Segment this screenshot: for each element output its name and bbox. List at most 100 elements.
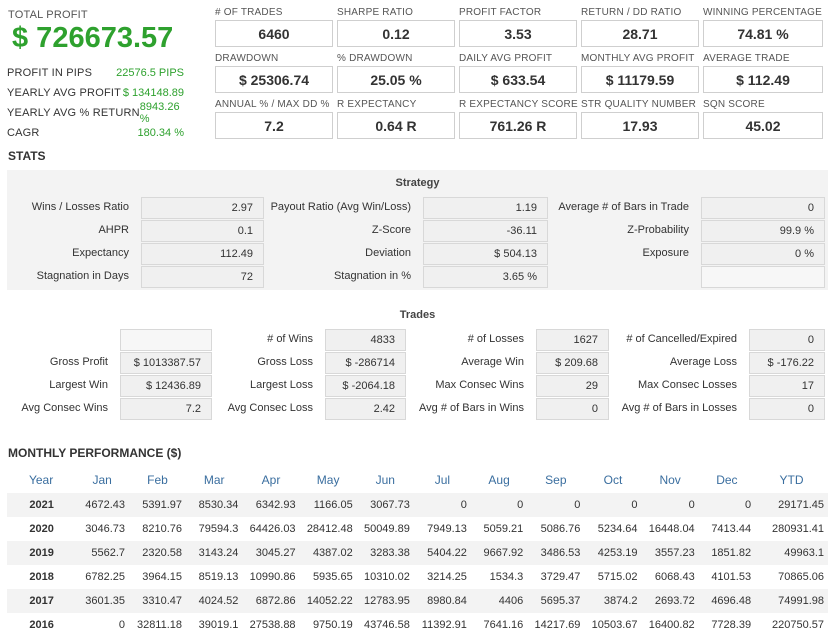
month-cell: 27538.88 bbox=[242, 613, 300, 637]
metric-value: 25.05 % bbox=[337, 66, 455, 93]
trade-value: $ 209.68 bbox=[536, 352, 609, 374]
trade-value: 29 bbox=[536, 375, 609, 397]
stat-value: 0 % bbox=[701, 243, 825, 265]
summary-value: 8943.26 % bbox=[139, 101, 180, 125]
monthly-header-row: Year Jan Feb Mar Apr May Jun Jul Aug Sep… bbox=[7, 467, 828, 493]
trade-value: $ 1013387.57 bbox=[120, 352, 212, 374]
summary-value: $ 134148.89 bbox=[122, 87, 184, 99]
trade-label: Gross Profit bbox=[49, 356, 108, 368]
month-cell: 7949.13 bbox=[413, 517, 471, 541]
table-row: 2019 5562.7 2320.58 3143.24 3045.27 4387.02 32… bbox=[7, 541, 828, 565]
col-header: Jul bbox=[434, 473, 451, 487]
trade-value: 0 bbox=[536, 398, 609, 420]
summary-row: YEARLY AVG % RETURN 8943.26 % bbox=[7, 101, 184, 125]
col-header: Aug bbox=[488, 473, 510, 487]
table-row: 2021 4672.43 5391.97 8530.34 6342.93 1166.05 3… bbox=[7, 493, 828, 517]
metric-label: DRAWDOWN bbox=[215, 53, 279, 64]
metric-label: R EXPECTANCY bbox=[337, 99, 417, 110]
metric-tile: # OF TRADES 6460 bbox=[215, 7, 333, 47]
month-cell: 3310.47 bbox=[129, 589, 187, 613]
month-cell: 0 bbox=[470, 493, 528, 517]
col-header: Nov bbox=[659, 473, 681, 487]
trade-label: Avg # of Bars in Losses bbox=[621, 402, 737, 414]
metric-value: 0.12 bbox=[337, 20, 455, 47]
month-cell: 0 bbox=[527, 493, 585, 517]
month-cell: 3557.23 bbox=[641, 541, 699, 565]
trade-label: # of Wins bbox=[267, 333, 313, 345]
stat-value: 2.97 bbox=[141, 197, 264, 219]
month-cell: 3964.15 bbox=[129, 565, 187, 589]
trades-title: Trades bbox=[399, 309, 436, 321]
metric-value: 6460 bbox=[215, 20, 333, 47]
year-cell: 2017 bbox=[7, 589, 76, 613]
stat-label: Z-Score bbox=[371, 224, 411, 236]
metric-value: 74.81 % bbox=[703, 20, 823, 47]
stat-label: Stagnation in Days bbox=[36, 270, 129, 282]
stat-label: Wins / Losses Ratio bbox=[31, 201, 129, 213]
monthly-title: MONTHLY PERFORMANCE ($) bbox=[8, 446, 182, 460]
col-header: Oct bbox=[603, 473, 623, 487]
metric-tile: SHARPE RATIO 0.12 bbox=[337, 7, 455, 47]
month-cell: 6872.86 bbox=[242, 589, 300, 613]
month-cell: 3486.53 bbox=[527, 541, 585, 565]
month-cell: 9667.92 bbox=[470, 541, 528, 565]
month-cell: 4101.53 bbox=[698, 565, 756, 589]
month-cell: 6068.43 bbox=[641, 565, 699, 589]
trade-value: 0 bbox=[749, 398, 825, 420]
stat-value: 99.9 % bbox=[701, 220, 825, 242]
metric-label: R EXPECTANCY SCORE bbox=[459, 99, 578, 110]
month-cell: 5391.97 bbox=[129, 493, 187, 517]
month-cell: 10310.02 bbox=[356, 565, 414, 589]
stat-value: 72 bbox=[141, 266, 264, 288]
trade-value: 4833 bbox=[325, 329, 406, 351]
month-cell: 8980.84 bbox=[413, 589, 471, 613]
metric-tile: DRAWDOWN $ 25306.74 bbox=[215, 53, 333, 93]
ytd-cell: 29171.45 bbox=[755, 493, 828, 517]
total-profit-label: TOTAL PROFIT bbox=[8, 9, 88, 21]
month-cell: 3143.24 bbox=[186, 541, 243, 565]
stat-label: Expectancy bbox=[72, 247, 129, 259]
metric-tile: DAILY AVG PROFIT $ 633.54 bbox=[459, 53, 577, 93]
month-cell: 5935.65 bbox=[299, 565, 357, 589]
trade-label: Max Consec Losses bbox=[637, 379, 737, 391]
metric-tile: R EXPECTANCY 0.64 R bbox=[337, 99, 455, 139]
metric-label: PROFIT FACTOR bbox=[459, 7, 542, 18]
month-cell: 5234.64 bbox=[584, 517, 642, 541]
metric-value: $ 633.54 bbox=[459, 66, 577, 93]
metric-value: 0.64 R bbox=[337, 112, 455, 139]
month-cell: 0 bbox=[698, 493, 756, 517]
metric-value: 7.2 bbox=[215, 112, 333, 139]
metric-tile: STR QUALITY NUMBER 17.93 bbox=[581, 99, 699, 139]
year-cell: 2021 bbox=[7, 493, 76, 517]
table-row: 2016 0 32811.18 39019.1 27538.88 9750.19 43746… bbox=[7, 613, 828, 637]
month-cell: 3283.38 bbox=[356, 541, 414, 565]
summary-row: PROFIT IN PIPS 22576.5 PIPS bbox=[7, 63, 184, 83]
trade-value: 7.2 bbox=[120, 398, 212, 420]
metric-tile: R EXPECTANCY SCORE 761.26 R bbox=[459, 99, 578, 139]
month-cell: 8210.76 bbox=[129, 517, 187, 541]
trade-value bbox=[120, 329, 212, 351]
trade-label: # of Cancelled/Expired bbox=[626, 333, 737, 345]
metric-label: # OF TRADES bbox=[215, 7, 283, 18]
month-cell: 10990.86 bbox=[242, 565, 300, 589]
summary-label: CAGR bbox=[7, 127, 40, 139]
stats-title: STATS bbox=[8, 149, 46, 163]
ytd-cell: 74991.98 bbox=[755, 589, 828, 613]
metric-label: DAILY AVG PROFIT bbox=[459, 53, 553, 64]
month-cell: 4387.02 bbox=[299, 541, 357, 565]
trade-value: $ -2064.18 bbox=[325, 375, 406, 397]
month-cell: 8530.34 bbox=[186, 493, 243, 517]
metric-label: RETURN / DD RATIO bbox=[581, 7, 682, 18]
stat-label: Deviation bbox=[365, 247, 411, 259]
col-header: Mar bbox=[203, 473, 225, 487]
stat-label: Average # of Bars in Trade bbox=[558, 201, 689, 213]
table-row: 2018 6782.25 3964.15 8519.13 10990.86 5935.65… bbox=[7, 565, 828, 589]
metric-tile: ANNUAL % / MAX DD % 7.2 bbox=[215, 99, 333, 139]
stat-label: Stagnation in % bbox=[333, 270, 411, 282]
col-header: YTD bbox=[779, 473, 804, 487]
month-cell: 28412.48 bbox=[299, 517, 357, 541]
ytd-cell: 70865.06 bbox=[755, 565, 828, 589]
month-cell: 3046.73 bbox=[75, 517, 129, 541]
month-cell: 5086.76 bbox=[527, 517, 585, 541]
trade-label: Avg Consec Loss bbox=[227, 402, 313, 414]
